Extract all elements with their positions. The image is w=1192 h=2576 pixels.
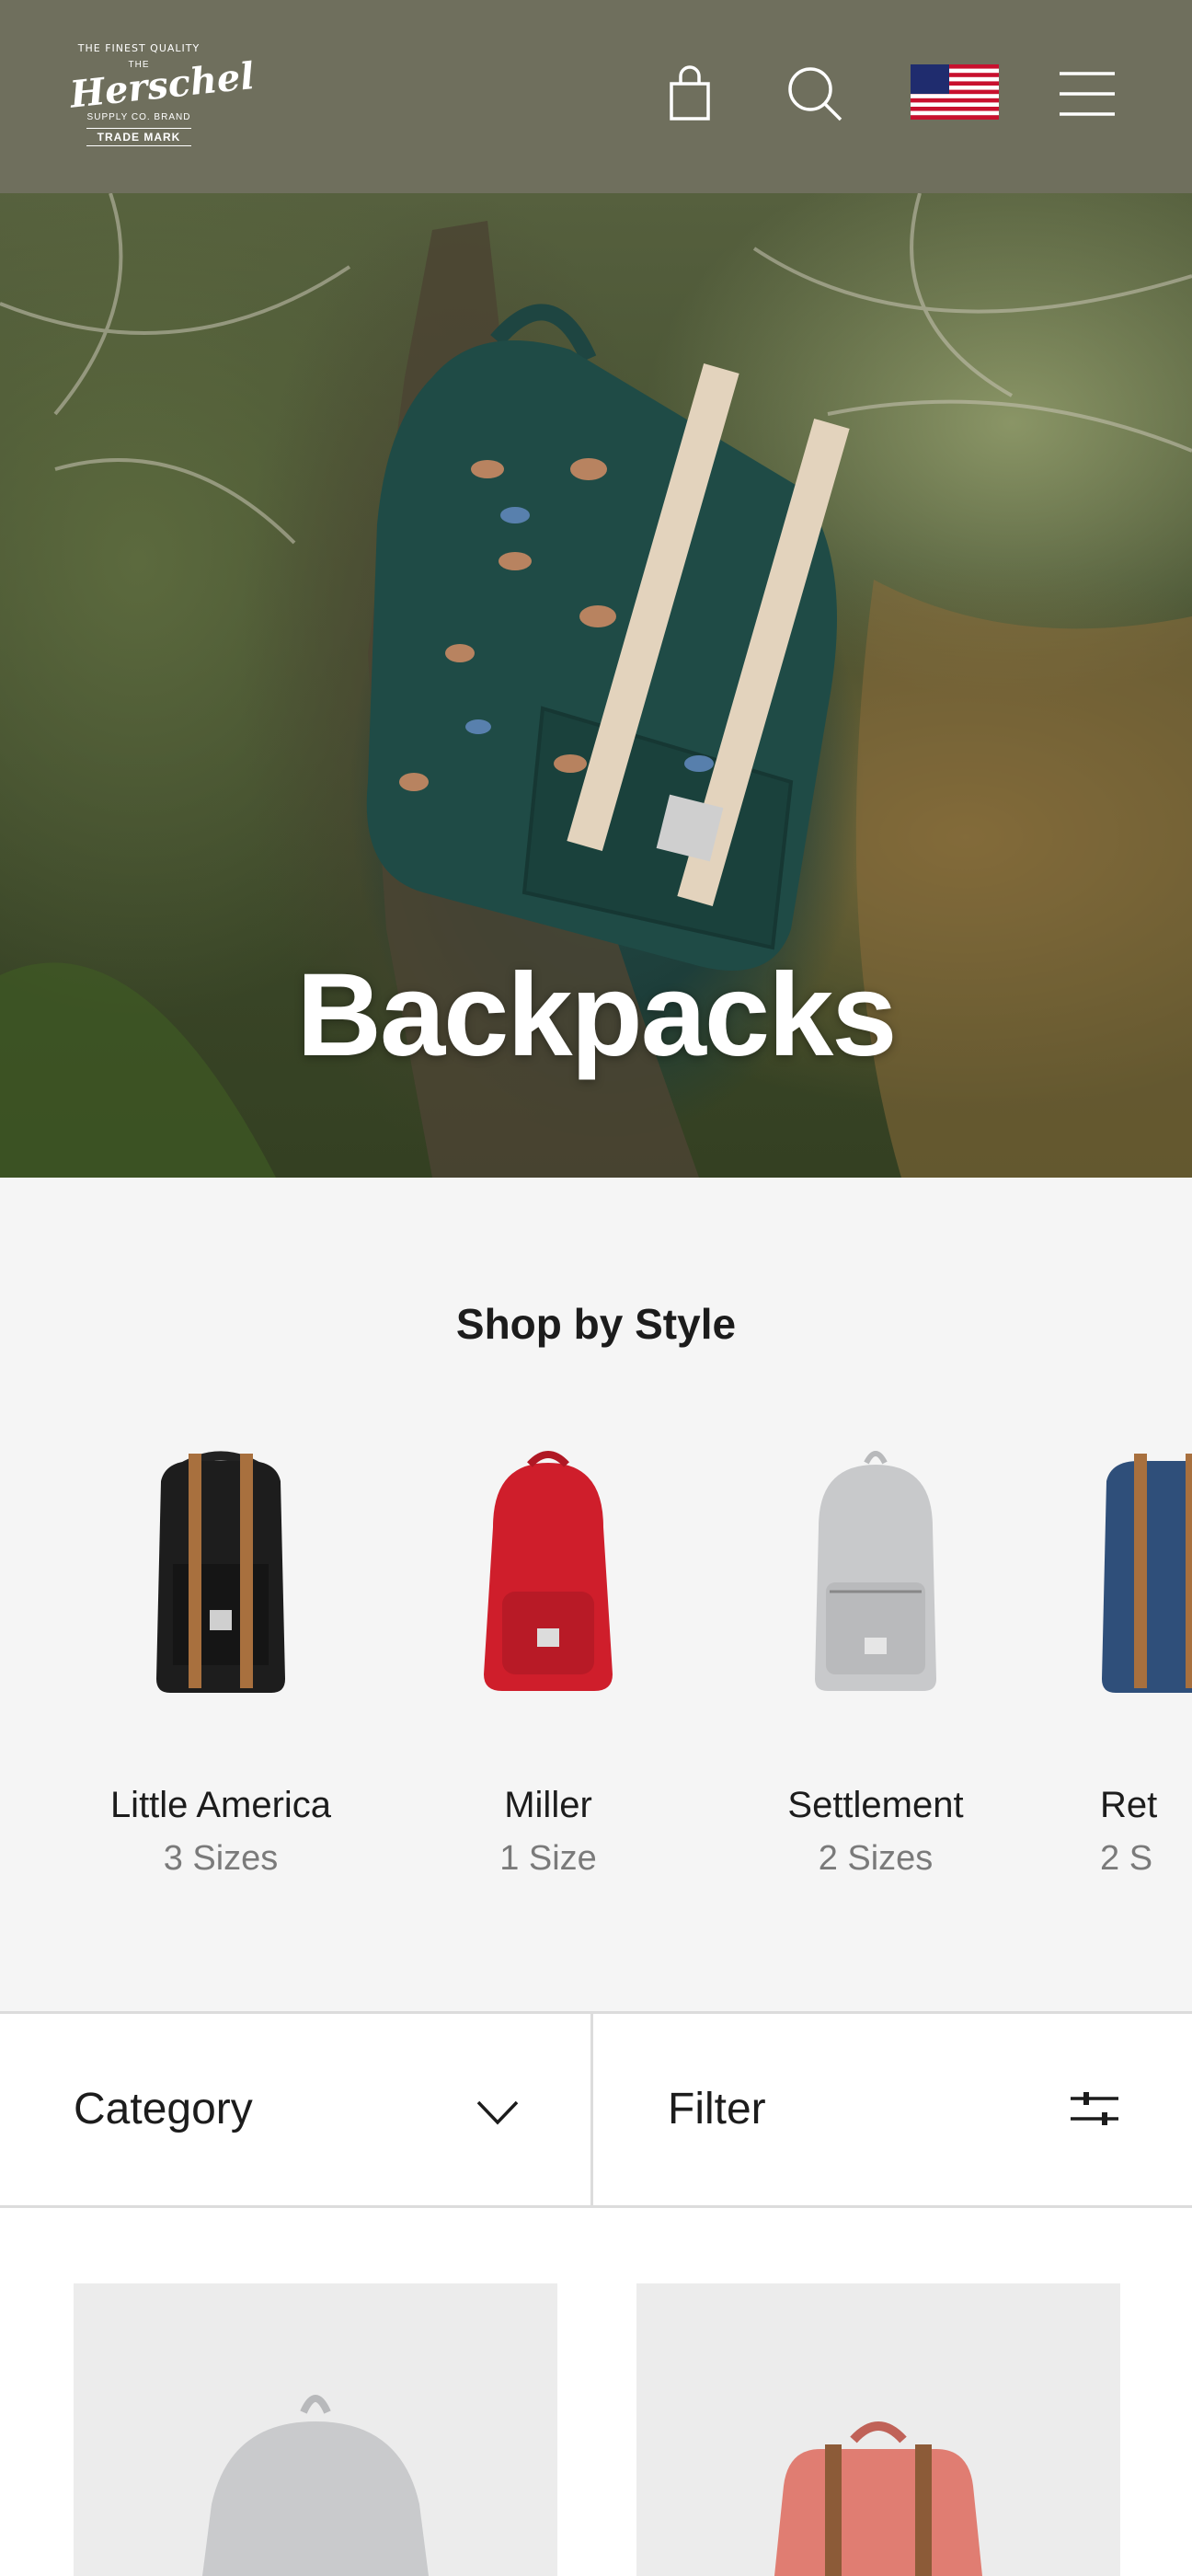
style-name: Miller [504,1785,592,1825]
style-item-settlement[interactable]: Settlement 2 Sizes [738,1444,1014,1879]
shopping-bag-icon [670,65,710,121]
shop-by-style-heading: Shop by Style [455,1300,737,1348]
style-name: Settlement [787,1785,964,1825]
style-item-miller[interactable]: Miller 1 Size [410,1444,686,1879]
style-thumbnail [738,1444,1014,1720]
sliders-icon [1071,2092,1118,2125]
site-header: THE FINEST QUALITY THE Herschel SUPPLY C… [0,0,1192,193]
category-label: Category [74,2085,253,2133]
backpack-grey-image [815,1451,936,1691]
hamburger-menu-icon [1060,72,1115,116]
category-dropdown[interactable]: Category [0,2014,593,2205]
style-sizes: 1 Size [499,1839,597,1878]
shop-by-style-section: Shop by Style Little America 3 Sizes Mil… [0,1178,1192,2011]
product-grid [0,2208,1192,2576]
search-button[interactable] [785,64,844,123]
style-name: Ret [1100,1785,1158,1825]
product-image [202,2395,429,2576]
style-item-little-america[interactable]: Little America 3 Sizes [83,1444,359,1879]
style-thumbnail [410,1444,686,1720]
filter-bar: Category Filter [0,2011,1192,2208]
style-sizes: 3 Sizes [163,1839,279,1878]
herschel-logo[interactable]: THE FINEST QUALITY THE Herschel SUPPLY C… [67,37,257,155]
filter-label: Filter [668,2085,766,2133]
hero-banner: Backpacks [0,193,1192,1178]
product-card[interactable] [636,2283,1120,2576]
cart-button[interactable] [660,64,719,123]
country-selector[interactable] [911,64,999,120]
logo-tagline: THE FINEST QUALITY [77,42,201,54]
backpack-red-image [484,1451,613,1691]
menu-button[interactable] [1058,64,1117,123]
style-thumbnail [83,1444,359,1720]
filter-button[interactable]: Filter [596,2014,1192,2205]
us-flag-icon [911,64,999,120]
product-image [774,2421,982,2576]
chevron-down-icon [476,2100,519,2125]
product-card[interactable] [74,2283,557,2576]
style-thumbnail [1083,1444,1192,1720]
style-sizes: 2 Sizes [818,1839,934,1878]
search-icon [788,67,842,121]
style-name: Little America [109,1785,332,1825]
logo-trademark: TRADE MARK [86,128,191,146]
backpack-navy-image [1102,1454,1192,1693]
logo-brand: Herschel [67,53,257,117]
backpack-illustration [366,304,850,971]
page-title: Backpacks [296,949,898,1081]
style-sizes: 2 S [1100,1839,1153,1878]
style-item-partial[interactable]: Ret 2 S [1065,1444,1192,1879]
backpack-black-image [156,1451,285,1693]
